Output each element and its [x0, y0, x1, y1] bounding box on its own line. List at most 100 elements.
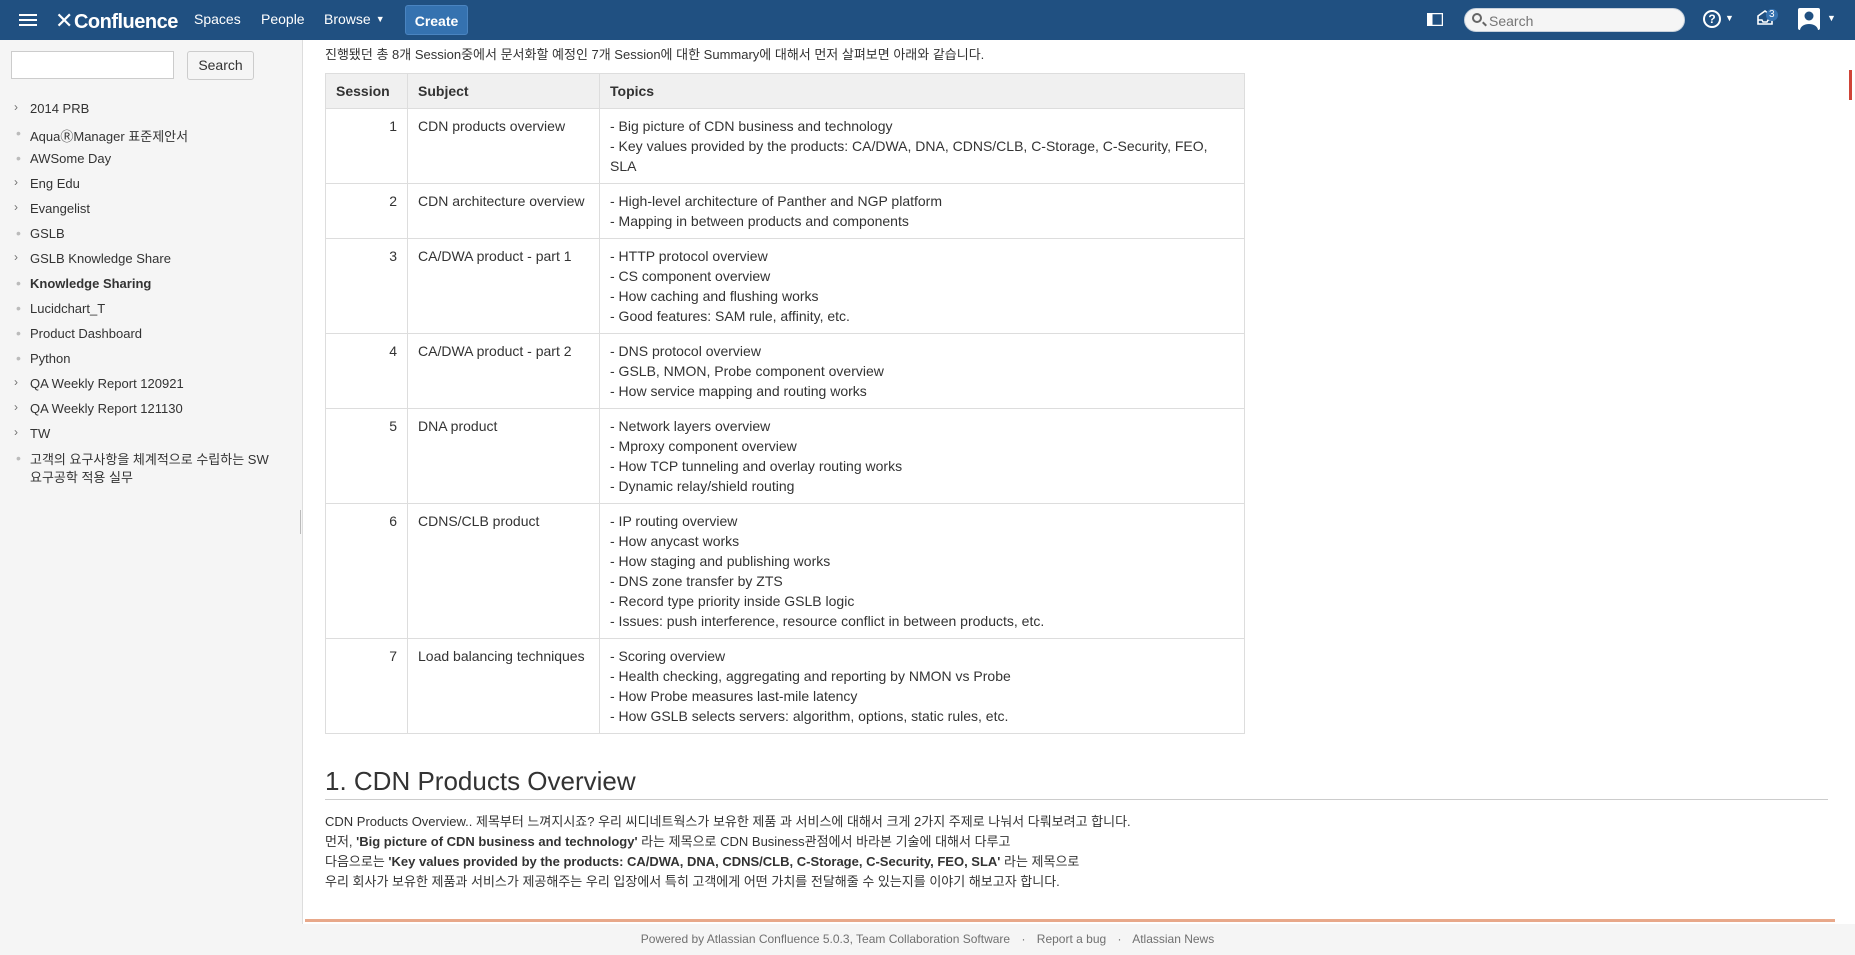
table-row: 4 CA/DWA product - part 2- DNS protocol o…	[325, 333, 1245, 409]
sidebar-item-qa-weekly-121130[interactable]: QA Weekly Report 121130	[30, 401, 183, 416]
chevron-right-icon[interactable]: ›	[14, 100, 18, 114]
topic-item: - Health checking, aggregating and repor…	[610, 668, 1011, 684]
scroll-indicator[interactable]	[1849, 70, 1852, 100]
session-number: 2	[325, 183, 408, 239]
column-header-topics: Topics	[599, 73, 1245, 109]
sidebar-item-awsome-day[interactable]: AWSome Day	[30, 151, 111, 166]
topic-item: - Issues: push interference, resource co…	[610, 613, 1045, 629]
top-navigation-bar: ✕Confluence Spaces People Browse ▼ Create…	[0, 0, 1855, 40]
sidebar-item-gslb[interactable]: GSLB	[30, 226, 65, 241]
bullet-icon: •	[16, 225, 21, 241]
footer: Powered by Atlassian Confluence 5.0.3, T…	[0, 924, 1855, 955]
help-icon[interactable]: ?	[1703, 10, 1721, 28]
session-subject: Load balancing techniques	[407, 638, 600, 734]
sidebar-item-product-dashboard[interactable]: Product Dashboard	[30, 326, 142, 341]
sidebar-item-gslb-knowledge-share[interactable]: GSLB Knowledge Share	[30, 251, 171, 266]
topic-item: - How staging and publishing works	[610, 553, 831, 569]
session-subject: CDN architecture overview	[407, 183, 600, 239]
table-row: 5 DNA product - Network layers overview - M…	[325, 408, 1245, 504]
nav-people[interactable]: People	[261, 11, 305, 27]
table-row: 2 CDN architecture overview - High-level a…	[325, 183, 1245, 239]
topic-item: - Big picture of CDN business and techno…	[610, 118, 893, 134]
topic-item: - Mproxy component overview	[610, 438, 797, 454]
topic-item: - IP routing overview	[610, 513, 738, 529]
topic-item: - How caching and flushing works	[610, 288, 819, 304]
bullet-icon: •	[16, 325, 21, 341]
session-topics: - Big picture of CDN business and techno…	[599, 108, 1245, 184]
session-topics: - High-level architecture of Panther and…	[599, 183, 1245, 239]
chevron-down-icon: ▼	[1827, 13, 1836, 23]
topic-item: - Record type priority inside GSLB logic	[610, 593, 855, 609]
session-topics: - IP routing overview - How anycast works…	[599, 503, 1245, 639]
topic-item: - Key values provided by the products: C…	[610, 138, 1208, 174]
topic-item: - DNS zone transfer by ZTS	[610, 573, 783, 589]
topic-item: - How TCP tunneling and overlay routing …	[610, 458, 903, 474]
sidebar-item-evangelist[interactable]: Evangelist	[30, 201, 90, 216]
bullet-icon: •	[16, 350, 21, 366]
atlassian-news-link[interactable]: Atlassian News	[1132, 932, 1214, 946]
topic-item: - High-level architecture of Panther and…	[610, 193, 943, 209]
section-paragraph: CDN Products Overview.. 제목부터 느껴지시죠? 우리 씨…	[325, 814, 1131, 889]
sidebar-item-eng-edu[interactable]: Eng Edu	[30, 176, 80, 191]
chevron-right-icon[interactable]: ›	[14, 250, 18, 264]
sidebar-item-qa-weekly-120921[interactable]: QA Weekly Report 120921	[30, 376, 184, 391]
table-row: 3 CA/DWA product - part 1- HTTP protocol …	[325, 238, 1245, 334]
table-row: 7 Load balancing techniques - Scoring over…	[325, 638, 1245, 734]
chevron-right-icon[interactable]: ›	[14, 400, 18, 414]
topic-item: - How Probe measures last-mile latency	[610, 688, 858, 704]
topic-item: - How anycast works	[610, 533, 740, 549]
footer-powered-by[interactable]: Powered by Atlassian Confluence 5.0.3, T…	[641, 932, 1010, 946]
session-topics: - DNS protocol overview - GSLB, NMON, Pro…	[599, 333, 1245, 409]
topic-item: - GSLB, NMON, Probe component overview	[610, 363, 884, 379]
chevron-right-icon[interactable]: ›	[14, 375, 18, 389]
session-number: 3	[325, 238, 408, 334]
chevron-right-icon[interactable]: ›	[14, 425, 18, 439]
topic-item: - How service mapping and routing works	[610, 383, 867, 399]
bullet-icon: •	[16, 450, 21, 466]
topic-item: - DNS protocol overview	[610, 343, 761, 359]
notification-count-badge: 3	[1766, 9, 1778, 21]
user-avatar-icon[interactable]	[1798, 8, 1820, 30]
table-row: 6 CDNS/CLB product - IP routing overview - …	[325, 503, 1245, 639]
sidebar-item-lucidchart[interactable]: Lucidchart_T	[30, 301, 105, 316]
sidebar-item-requirements-engineering[interactable]: 고객의 요구사항을 체계적으로 수립하는 SW 요구공학 적용 실무	[30, 451, 269, 487]
nav-browse[interactable]: Browse ▼	[324, 11, 385, 27]
session-number: 7	[325, 638, 408, 734]
menu-icon[interactable]	[19, 11, 37, 29]
topic-item: - Scoring overview	[610, 648, 726, 664]
bullet-icon: •	[16, 125, 21, 141]
chevron-down-icon: ▼	[1725, 13, 1734, 23]
section-heading: 1. CDN Products Overview	[325, 766, 1828, 800]
bullet-icon: •	[16, 300, 21, 316]
confluence-logo[interactable]: ✕Confluence	[55, 8, 178, 34]
header-search[interactable]	[1464, 8, 1685, 32]
topic-item: - HTTP protocol overview	[610, 248, 768, 264]
chevron-down-icon: ▼	[375, 14, 385, 24]
sidebar-item-python[interactable]: Python	[30, 351, 70, 366]
topic-item: - Good features: SAM rule, affinity, etc…	[610, 308, 850, 324]
chevron-right-icon[interactable]: ›	[14, 200, 18, 214]
session-topics: - Scoring overview - Health checking, agg…	[599, 638, 1245, 734]
bullet-icon: •	[16, 275, 21, 291]
session-topics: - HTTP protocol overview - CS component o…	[599, 238, 1245, 334]
bullet-icon: •	[16, 150, 21, 166]
create-button[interactable]: Create	[405, 5, 468, 35]
confluence-x-icon: ✕	[55, 8, 73, 33]
sidebar-item-knowledge-sharing[interactable]: Knowledge Sharing	[30, 276, 151, 291]
session-subject: CA/DWA product - part 2	[407, 333, 600, 409]
nav-spaces[interactable]: Spaces	[194, 11, 241, 27]
page-bottom-divider	[305, 919, 1835, 922]
topic-item: - CS component overview	[610, 268, 771, 284]
sidebar-toggle-icon[interactable]	[1427, 13, 1443, 26]
report-bug-link[interactable]: Report a bug	[1037, 932, 1106, 946]
sidebar-item-tw[interactable]: TW	[30, 426, 50, 441]
sidebar-search-input[interactable]	[11, 51, 174, 79]
sidebar-item-2014-prb[interactable]: 2014 PRB	[30, 101, 89, 116]
sidebar-item-aquamanager[interactable]: AquaⓇManager 표준제안서	[30, 126, 188, 145]
search-input[interactable]	[1487, 11, 1681, 31]
chevron-right-icon[interactable]: ›	[14, 175, 18, 189]
sidebar-search-button[interactable]: Search	[187, 51, 254, 80]
topic-item: - Dynamic relay/shield routing	[610, 478, 795, 494]
session-number: 4	[325, 333, 408, 409]
intro-text: 진행됐던 총 8개 Session중에서 문서화할 예정인 7개 Session…	[325, 47, 985, 62]
